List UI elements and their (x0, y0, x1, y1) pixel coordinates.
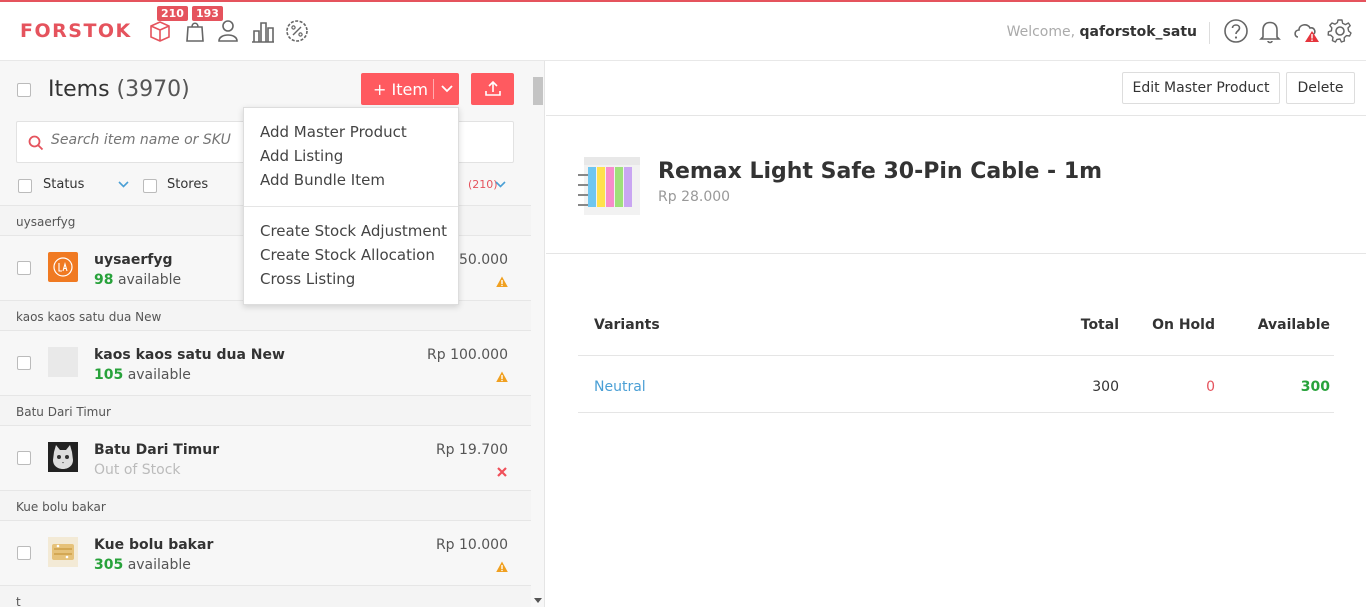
items-title-label: Items (48, 77, 110, 102)
error-icon (497, 467, 507, 477)
list-item[interactable]: Kue bolu bakar 305 available Rp 10.000 (0, 521, 531, 585)
status-filter-label[interactable]: Status (43, 177, 84, 192)
header-available: Available (1257, 317, 1330, 333)
menu-item-add-master-product[interactable]: Add Master Product (260, 123, 407, 141)
divider (1209, 22, 1210, 44)
stock-value: 105 (94, 367, 124, 383)
filter-chevron-icon[interactable] (495, 181, 506, 188)
cloud-alert-icon[interactable] (1291, 16, 1321, 46)
warning-icon (496, 276, 508, 287)
stock-value: 98 (94, 272, 114, 288)
item-checkbox[interactable] (17, 356, 31, 370)
chart-icon[interactable] (248, 16, 278, 46)
status-chevron-icon[interactable] (118, 181, 129, 188)
item-checkbox[interactable] (17, 261, 31, 275)
warning-icon (496, 561, 508, 572)
group-header: Batu Dari Timur (0, 395, 531, 426)
welcome-text: Welcome, qaforstok_satu (1007, 24, 1197, 40)
item-stock: 98 available (94, 272, 181, 288)
table-row: Neutral 300 0 300 (578, 356, 1334, 413)
list-item[interactable]: Batu Dari Timur Out of Stock Rp 19.700 (0, 426, 531, 490)
item-name[interactable]: Batu Dari Timur (94, 442, 219, 458)
user-icon[interactable] (213, 16, 243, 46)
help-icon[interactable] (1221, 16, 1251, 46)
menu-divider (244, 206, 458, 207)
add-item-button[interactable]: + Item (361, 73, 459, 105)
edit-master-product-button[interactable]: Edit Master Product (1122, 72, 1280, 104)
discount-icon[interactable] (282, 16, 312, 46)
item-thumbnail (48, 442, 78, 472)
item-checkbox[interactable] (17, 451, 31, 465)
header-on-hold: On Hold (1152, 317, 1215, 333)
top-bar: FORSTOK 210 193 Welcome, qaforstok_satu (0, 0, 1366, 61)
username[interactable]: qaforstok_satu (1080, 24, 1197, 40)
item-thumbnail (48, 537, 78, 567)
forstok-logo[interactable]: FORSTOK (20, 20, 132, 42)
stock-text: available (117, 272, 182, 288)
chevron-down-icon[interactable] (434, 85, 459, 93)
stock-text: available (127, 557, 191, 573)
stores-filter-label[interactable]: Stores (167, 177, 208, 192)
status-filter-checkbox[interactable] (18, 179, 32, 193)
bell-icon[interactable] (1255, 16, 1285, 46)
product-title: Remax Light Safe 30-Pin Cable - 1m (658, 159, 1103, 184)
item-name[interactable]: kaos kaos satu dua New (94, 347, 285, 363)
search-input[interactable] (51, 132, 251, 148)
menu-item-add-bundle-item[interactable]: Add Bundle Item (260, 171, 385, 189)
upload-icon (484, 81, 501, 96)
product-price: Rp 28.000 (658, 189, 731, 205)
divider (546, 115, 1366, 116)
menu-item-add-listing[interactable]: Add Listing (260, 147, 343, 165)
item-price: Rp 100.000 (427, 347, 508, 363)
item-checkbox[interactable] (17, 546, 31, 560)
menu-item-create-stock-allocation[interactable]: Create Stock Allocation (260, 246, 435, 264)
gear-icon[interactable] (1325, 16, 1355, 46)
menu-item-create-stock-adjustment[interactable]: Create Stock Adjustment (260, 222, 447, 240)
items-count: (3970) (116, 77, 190, 102)
delete-button[interactable]: Delete (1286, 72, 1355, 104)
item-price: Rp 10.000 (435, 537, 508, 553)
variant-name-link[interactable]: Neutral (594, 379, 646, 395)
group-header: t (0, 585, 531, 607)
add-item-label: + Item (373, 79, 428, 99)
items-title: Items (3970) (48, 77, 190, 102)
export-button[interactable] (471, 73, 514, 105)
select-all-checkbox[interactable] (17, 83, 31, 97)
stock-text: available (127, 367, 191, 383)
divider (546, 253, 1366, 254)
welcome-prefix: Welcome, (1006, 24, 1076, 40)
item-stock: 105 available (94, 367, 191, 383)
variant-available: 300 (1300, 379, 1330, 395)
item-price: 50.000 (459, 252, 508, 268)
product-image (576, 151, 642, 217)
header-total: Total (1080, 317, 1119, 333)
scrollbar[interactable] (531, 61, 544, 607)
detail-panel: Edit Master Product Delete Remax Light S… (546, 61, 1366, 607)
stock-value: 305 (94, 557, 124, 573)
stores-filter-checkbox[interactable] (143, 179, 157, 193)
item-thumbnail (48, 347, 78, 377)
scrollbar-thumb[interactable] (533, 77, 543, 105)
variant-on-hold: 0 (1206, 379, 1215, 395)
item-stock: Out of Stock (94, 462, 181, 478)
scroll-down-arrow-icon[interactable] (534, 598, 542, 603)
table-header-row: Variants Total On Hold Available (578, 299, 1334, 356)
list-item[interactable]: kaos kaos satu dua New 105 available Rp … (0, 331, 531, 395)
filter-count: (210) (468, 178, 498, 191)
item-stock: 305 available (94, 557, 191, 573)
item-name[interactable]: uysaerfyg (94, 252, 173, 268)
header-variants: Variants (594, 317, 660, 333)
variant-total: 300 (1092, 379, 1119, 395)
item-thumbnail (48, 252, 78, 282)
item-price: Rp 19.700 (435, 442, 508, 458)
warning-icon (496, 371, 508, 382)
stock-text: Out of Stock (94, 462, 181, 478)
variants-table: Variants Total On Hold Available Neutral… (578, 299, 1334, 413)
add-item-dropdown: Add Master Product Add Listing Add Bundl… (243, 107, 459, 305)
menu-item-cross-listing[interactable]: Cross Listing (260, 270, 355, 288)
item-name[interactable]: Kue bolu bakar (94, 537, 213, 553)
search-icon (28, 135, 44, 151)
group-header: Kue bolu bakar (0, 490, 531, 521)
